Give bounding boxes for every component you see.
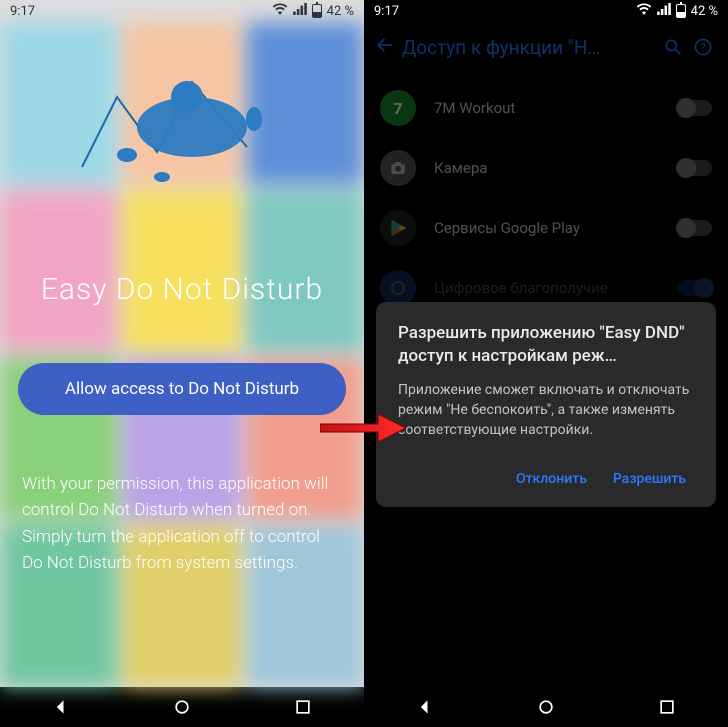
right-content: Доступ к функции "Н… ? 77M WorkoutКамера… [364, 22, 728, 687]
battery-icon [676, 4, 686, 18]
screenshot-right: 9:17 42 % Доступ к функции "Н… [364, 0, 728, 727]
permission-dialog: Разрешить приложению "Easy DND" доступ к… [376, 302, 716, 507]
status-time: 9:17 [10, 4, 35, 19]
primary-button-wrap: Allow access to Do Not Disturb [0, 363, 364, 415]
nav-recents-icon[interactable] [292, 696, 314, 718]
status-bar: 9:17 42 % [364, 0, 728, 22]
allow-button[interactable]: Разрешить [605, 461, 694, 497]
status-right: 42 % [636, 3, 718, 19]
illustration [0, 22, 364, 232]
status-bar: 9:17 42 % [0, 0, 364, 22]
nav-home-icon[interactable] [535, 696, 557, 718]
wifi-icon [272, 3, 288, 19]
nav-bar [364, 687, 728, 727]
battery-icon [312, 4, 322, 18]
title-area: Easy Do Not Disturb [0, 272, 364, 307]
annotation-arrow-icon [320, 412, 406, 448]
battery-pct: 42 % [691, 4, 718, 19]
nav-back-icon[interactable] [50, 696, 72, 718]
left-content: Easy Do Not Disturb Allow access to Do N… [0, 22, 364, 687]
battery-pct: 42 % [327, 4, 354, 19]
nav-home-icon[interactable] [171, 696, 193, 718]
allow-access-button[interactable]: Allow access to Do Not Disturb [18, 363, 346, 415]
wifi-icon [636, 3, 652, 19]
app-title: Easy Do Not Disturb [0, 272, 364, 307]
dialog-body: Приложение сможет включать и отключать р… [398, 380, 694, 441]
permission-description: With your permission, this application w… [0, 471, 364, 576]
dialog-buttons: Отклонить Разрешить [398, 461, 694, 497]
nav-recents-icon[interactable] [656, 696, 678, 718]
status-time: 9:17 [374, 4, 399, 19]
status-right: 42 % [272, 3, 354, 19]
signal-icon [293, 3, 307, 19]
nav-bar [0, 687, 364, 727]
deny-button[interactable]: Отклонить [508, 461, 595, 497]
dialog-title: Разрешить приложению "Easy DND" доступ к… [398, 322, 694, 368]
signal-icon [657, 3, 671, 19]
screenshot-left: 9:17 42 % [0, 0, 364, 727]
nav-back-icon[interactable] [414, 696, 436, 718]
